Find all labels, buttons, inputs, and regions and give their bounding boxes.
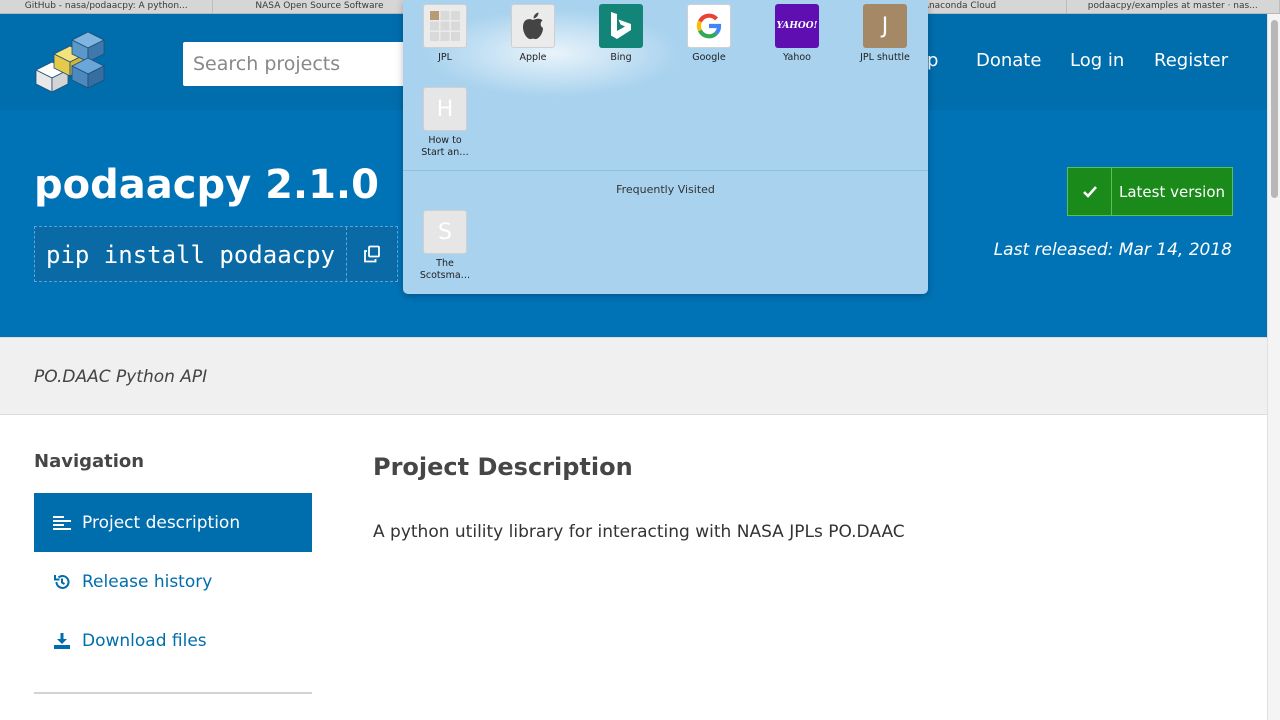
favorite-bing[interactable]: Bing: [577, 4, 665, 64]
search-input[interactable]: [183, 42, 423, 86]
pip-install-box: pip install podaacpy: [34, 226, 398, 282]
scrollbar-thumb[interactable]: [1271, 20, 1278, 198]
align-left-icon: [52, 515, 72, 530]
navigation-heading: Navigation: [34, 451, 145, 472]
sidebar-item-project-description[interactable]: Project description: [34, 493, 312, 552]
favorite-label: The Scotsma…: [419, 258, 471, 281]
apple-icon: [511, 4, 555, 48]
favorite-label: Yahoo: [783, 52, 811, 63]
project-description-title: Project Description: [373, 453, 633, 481]
browser-tab[interactable]: GitHub - nasa/podaacpy: A python...: [0, 0, 214, 13]
sidebar-divider: [34, 692, 312, 694]
grid-icon: [423, 4, 467, 48]
sidebar-item-release-history[interactable]: Release history: [34, 552, 312, 611]
search-box: [183, 42, 423, 86]
check-icon: [1068, 168, 1112, 215]
google-icon: [687, 4, 731, 48]
favorite-label: JPL: [438, 52, 452, 63]
letter-s-icon: S: [423, 210, 467, 254]
project-description-text: A python utility library for interacting…: [373, 522, 905, 542]
browser-tab[interactable]: podaacpy/examples at master · nas...: [1067, 0, 1280, 13]
letter-j-icon: J: [863, 4, 907, 48]
history-icon: [52, 573, 72, 591]
page-scrollbar[interactable]: [1267, 14, 1280, 720]
favorites-divider: [403, 170, 928, 171]
copy-button[interactable]: [347, 227, 397, 281]
favorite-how-to-start[interactable]: H How to Start an…: [401, 87, 489, 159]
release-date: Last released: Mar 14, 2018: [993, 240, 1232, 260]
favorites-dropdown: JPL Apple Bing Google YAHOO! Yahoo J JPL…: [403, 0, 928, 294]
package-title: podaacpy 2.1.0: [34, 162, 379, 208]
sidebar-item-label: Download files: [82, 630, 207, 651]
copy-icon: [364, 245, 380, 263]
nav-login-link[interactable]: Log in: [1070, 50, 1124, 71]
nav-donate-link[interactable]: Donate: [976, 50, 1041, 71]
favorite-google[interactable]: Google: [665, 4, 753, 64]
package-summary: PO.DAAC Python API: [34, 367, 208, 387]
pip-command[interactable]: pip install podaacpy: [35, 227, 347, 281]
favorite-jpl-shuttle[interactable]: J JPL shuttle: [841, 4, 929, 64]
frequently-visited-heading: Frequently Visited: [616, 183, 715, 196]
sidebar-item-label: Release history: [82, 571, 213, 592]
favorite-label: JPL shuttle: [860, 52, 910, 63]
yahoo-icon: YAHOO!: [775, 4, 819, 48]
favorite-jpl[interactable]: JPL: [401, 4, 489, 64]
favorite-yahoo[interactable]: YAHOO! Yahoo: [753, 4, 841, 64]
nav-register-link[interactable]: Register: [1154, 50, 1228, 71]
sidebar-item-label: Project description: [82, 512, 241, 533]
package-summary-band: PO.DAAC Python API: [0, 337, 1267, 415]
favorite-label: How to Start an…: [421, 135, 469, 158]
favorite-label: Bing: [610, 52, 632, 63]
browser-tab[interactable]: NASA Open Source Software: [213, 0, 427, 13]
favorite-label: Google: [692, 52, 726, 63]
latest-version-badge[interactable]: Latest version: [1067, 167, 1233, 216]
latest-version-label: Latest version: [1118, 182, 1226, 201]
download-icon: [52, 632, 72, 650]
favorite-apple[interactable]: Apple: [489, 4, 577, 64]
favorite-label: Apple: [519, 52, 547, 63]
pypi-logo[interactable]: [32, 30, 108, 96]
letter-h-icon: H: [423, 87, 467, 131]
sidebar-item-download-files[interactable]: Download files: [34, 611, 312, 670]
bing-icon: [599, 4, 643, 48]
frequent-scotsman[interactable]: S The Scotsma…: [401, 210, 489, 282]
